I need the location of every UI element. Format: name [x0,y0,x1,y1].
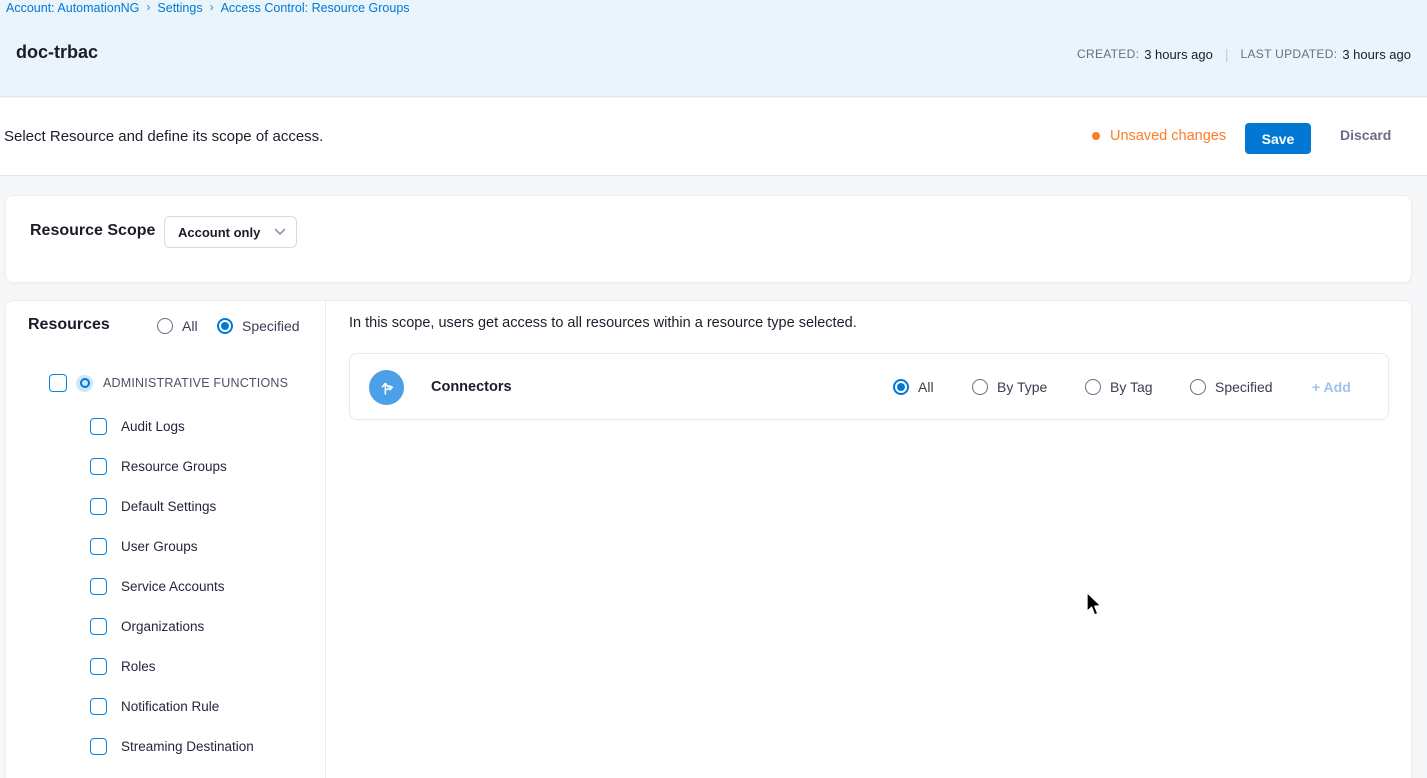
tree-group-administrative-functions[interactable]: ADMINISTRATIVE FUNCTIONS [49,374,288,392]
created-value: 3 hours ago [1144,47,1213,62]
unsaved-changes-label: Unsaved changes [1110,128,1226,144]
tree-item-label[interactable]: Organizations [121,619,204,634]
checkbox[interactable] [90,658,107,675]
breadcrumb-account-link[interactable]: Account: AutomationNG [6,1,139,15]
connectors-all-radio[interactable]: All [893,379,934,395]
breadcrumb-separator-icon: › [210,0,214,14]
group-checkbox[interactable] [49,374,67,392]
chevron-down-icon [274,228,286,236]
tree-item-label[interactable]: Service Accounts [121,579,225,594]
radio-label[interactable]: Specified [242,318,300,334]
tree-item-organizations[interactable]: Organizations [90,606,254,646]
connectors-by-tag-radio[interactable]: By Tag [1085,379,1153,395]
connectors-specified-radio[interactable]: Specified [1190,379,1273,395]
page: Account: AutomationNG › Settings › Acces… [0,0,1427,778]
unsaved-changes-status: Unsaved changes [1092,128,1226,144]
radio-icon[interactable] [157,318,173,334]
connectors-icon [369,370,404,405]
tree-item-roles[interactable]: Roles [90,646,254,686]
resources-title: Resources [28,316,110,334]
connectors-resource-row: Connectors All By Type By Tag Specified … [349,353,1389,420]
radio-label[interactable]: Specified [1215,379,1273,395]
tree-item-notification-rule[interactable]: Notification Rule [90,686,254,726]
save-button[interactable]: Save [1245,123,1311,154]
page-header: Account: AutomationNG › Settings › Acces… [0,0,1427,97]
tree-item-label[interactable]: Roles [121,659,156,674]
radio-label[interactable]: By Tag [1110,379,1153,395]
tree-item-label[interactable]: User Groups [121,539,198,554]
tree-item-label[interactable]: Audit Logs [121,419,185,434]
radio-label[interactable]: All [182,318,198,334]
add-button[interactable]: + Add [1312,379,1351,395]
scope-hint-text: In this scope, users get access to all r… [349,315,857,331]
toolbar-description: Select Resource and define its scope of … [4,128,323,145]
radio-icon-selected[interactable] [893,379,909,395]
radio-label[interactable]: By Type [997,379,1047,395]
radio-icon[interactable] [1085,379,1101,395]
tree-item-audit-logs[interactable]: Audit Logs [90,406,254,446]
resources-mode-all-radio[interactable]: All [157,318,198,334]
resource-scope-dropdown[interactable]: Account only [164,216,297,248]
tree-item-list: Audit Logs Resource Groups Default Setti… [90,406,254,766]
tree-item-service-accounts[interactable]: Service Accounts [90,566,254,606]
breadcrumb-separator-icon: › [146,0,150,14]
connectors-by-type-radio[interactable]: By Type [972,379,1047,395]
breadcrumb-settings-link[interactable]: Settings [157,1,202,15]
tree-item-default-settings[interactable]: Default Settings [90,486,254,526]
page-title: doc-trbac [16,42,98,63]
checkbox[interactable] [90,698,107,715]
discard-button[interactable]: Discard [1340,127,1391,143]
updated-label: LAST UPDATED: [1241,47,1338,61]
resource-scope-selected-value: Account only [178,225,260,240]
checkbox[interactable] [90,738,107,755]
resource-scope-card: Resource Scope Account only [5,195,1412,283]
created-label: CREATED: [1077,47,1139,61]
checkbox[interactable] [90,498,107,515]
tree-item-label[interactable]: Streaming Destination [121,739,254,754]
updated-value: 3 hours ago [1342,47,1411,62]
resource-type-name: Connectors [431,379,512,395]
radio-icon-selected[interactable] [217,318,233,334]
resource-scope-title: Resource Scope [30,222,155,240]
resources-card: Resources All Specified ADMINISTRATIVE F… [5,300,1412,778]
breadcrumb-access-control-link[interactable]: Access Control: Resource Groups [221,1,410,15]
expand-toggle-icon[interactable] [76,375,93,392]
tree-item-label[interactable]: Notification Rule [121,699,219,714]
tree-item-user-groups[interactable]: User Groups [90,526,254,566]
meta-divider: | [1225,46,1229,62]
tree-group-label: ADMINISTRATIVE FUNCTIONS [103,376,288,390]
tree-item-resource-groups[interactable]: Resource Groups [90,446,254,486]
tree-item-label[interactable]: Resource Groups [121,459,227,474]
checkbox[interactable] [90,418,107,435]
unsaved-dot-icon [1092,132,1100,140]
radio-label[interactable]: All [918,379,934,395]
timestamps: CREATED: 3 hours ago | LAST UPDATED: 3 h… [1077,46,1411,62]
breadcrumb: Account: AutomationNG › Settings › Acces… [6,1,410,15]
tree-item-label[interactable]: Default Settings [121,499,216,514]
radio-icon[interactable] [1190,379,1206,395]
checkbox[interactable] [90,458,107,475]
tree-panel-divider [325,301,326,778]
tree-item-streaming-destination[interactable]: Streaming Destination [90,726,254,766]
action-toolbar: Select Resource and define its scope of … [0,98,1427,176]
radio-icon[interactable] [972,379,988,395]
checkbox[interactable] [90,578,107,595]
checkbox[interactable] [90,618,107,635]
checkbox[interactable] [90,538,107,555]
resources-mode-specified-radio[interactable]: Specified [217,318,300,334]
